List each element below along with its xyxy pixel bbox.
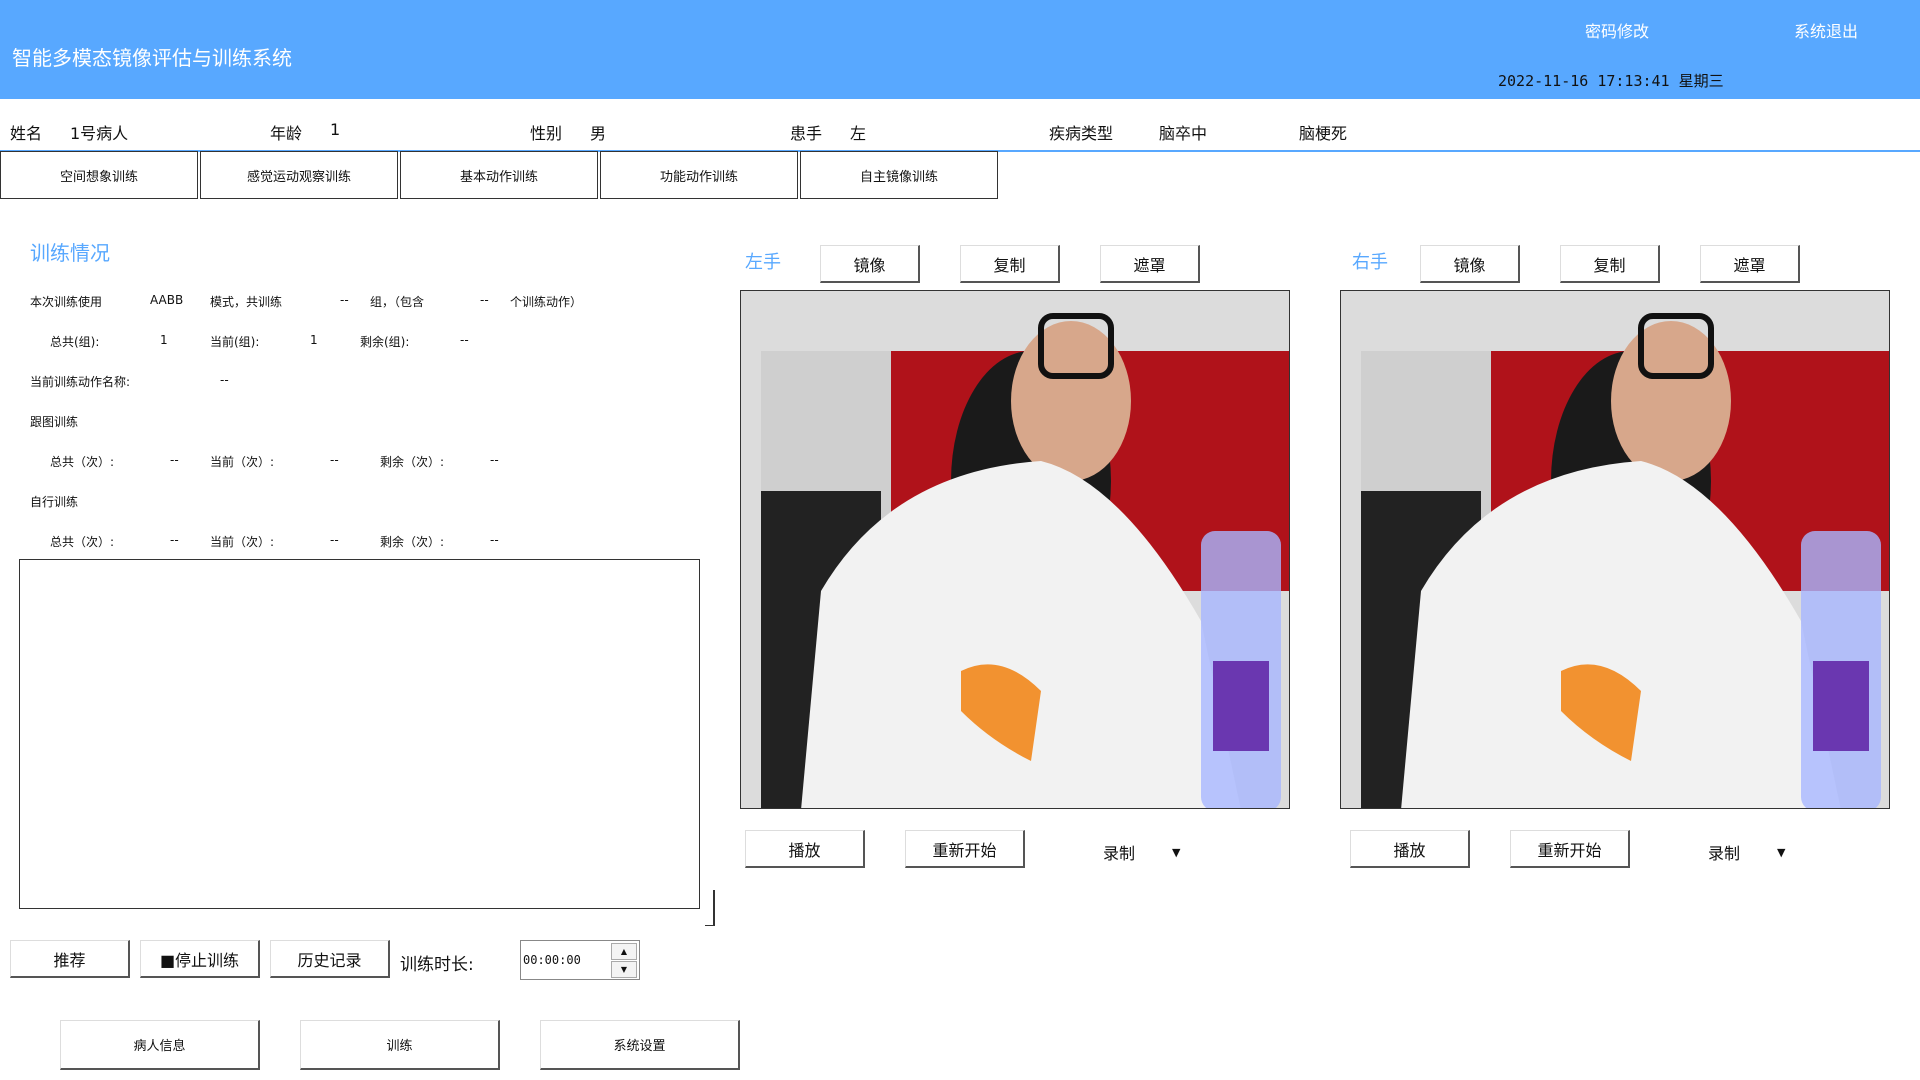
training-summary-text: 模式，共训练	[210, 295, 283, 309]
history-button[interactable]: 历史记录	[270, 940, 390, 978]
action-name-label: 当前训练动作名称:	[30, 375, 131, 389]
self-remain-value: --	[490, 533, 499, 547]
right-mask-button[interactable]: 遮罩	[1700, 245, 1800, 283]
gender-label: 性别	[530, 124, 563, 143]
datetime-display: 2022-11-16 17:13:41 星期三	[1498, 72, 1724, 90]
left-mirror-button[interactable]: 镜像	[820, 245, 920, 283]
spin-down-icon[interactable]: ▼	[611, 961, 637, 978]
training-nav-button[interactable]: 训练	[300, 1020, 500, 1070]
training-duration-label: 训练时长:	[400, 955, 474, 975]
exit-system-button[interactable]: 系统退出	[1794, 18, 1858, 42]
follow-total-value: --	[170, 453, 179, 467]
disease-type-label: 疾病类型	[1049, 124, 1114, 143]
spin-up-icon[interactable]: ▲	[611, 943, 637, 960]
right-hand-label: 右手	[1352, 252, 1388, 273]
groups-current-value: 1	[310, 333, 318, 347]
recommend-button[interactable]: 推荐	[10, 940, 130, 978]
age-value: 1	[330, 120, 341, 139]
action-name-value: --	[220, 373, 229, 387]
groups-total-value: 1	[160, 333, 168, 347]
follow-remain-value: --	[490, 453, 499, 467]
training-duration-value[interactable]: 00:00:00	[523, 953, 581, 967]
training-summary-text: 组，（包含	[370, 295, 425, 309]
training-status-title: 训练情况	[30, 241, 110, 265]
right-camera-image	[1341, 291, 1889, 808]
groups-remain-label: 剩余(组):	[360, 335, 410, 349]
left-play-button[interactable]: 播放	[745, 830, 865, 868]
self-total-value: --	[170, 533, 179, 547]
training-duration-spinbox[interactable]: 00:00:00 ▲ ▼	[520, 940, 640, 980]
follow-total-label: 总共（次）:	[50, 455, 115, 469]
gender-value: 男	[590, 124, 607, 143]
groups-remain-value: --	[460, 333, 469, 347]
follow-remain-label: 剩余（次）:	[380, 455, 445, 469]
self-training-title: 自行训练	[30, 495, 79, 509]
tab-spatial-imagery[interactable]: 空间想象训练	[0, 151, 198, 199]
right-copy-button[interactable]: 复制	[1560, 245, 1660, 283]
left-camera-image	[741, 291, 1289, 808]
left-mask-button[interactable]: 遮罩	[1100, 245, 1200, 283]
follow-current-label: 当前（次）:	[210, 455, 275, 469]
change-password-button[interactable]: 密码修改	[1585, 18, 1649, 42]
stop-training-button[interactable]: ■停止训练	[140, 940, 260, 978]
affected-hand-label: 患手	[790, 124, 823, 143]
training-groups-value: --	[340, 293, 349, 307]
self-current-value: --	[330, 533, 339, 547]
training-log-textarea[interactable]	[19, 559, 700, 909]
training-summary-text: 个训练动作）	[510, 295, 583, 309]
system-settings-nav-button[interactable]: 系统设置	[540, 1020, 740, 1070]
training-actions-value: --	[480, 293, 489, 307]
left-hand-label: 左手	[745, 252, 781, 273]
right-mirror-button[interactable]: 镜像	[1420, 245, 1520, 283]
age-label: 年龄	[270, 124, 303, 143]
tab-autonomous-mirror[interactable]: 自主镜像训练	[800, 151, 998, 199]
disease-subtype-value: 脑梗死	[1299, 124, 1348, 143]
self-current-label: 当前（次）:	[210, 535, 275, 549]
right-record-label[interactable]: 录制	[1708, 840, 1740, 864]
right-play-button[interactable]: 播放	[1350, 830, 1470, 868]
left-copy-button[interactable]: 复制	[960, 245, 1060, 283]
disease-type-value: 脑卒中	[1159, 124, 1208, 143]
name-value: 1号病人	[70, 124, 129, 143]
tab-basic-action[interactable]: 基本动作训练	[400, 151, 598, 199]
self-remain-label: 剩余（次）:	[380, 535, 445, 549]
name-label: 姓名	[10, 124, 43, 143]
groups-current-label: 当前(组):	[210, 335, 260, 349]
self-total-label: 总共（次）:	[50, 535, 115, 549]
right-camera-feed	[1340, 290, 1890, 809]
app-title: 智能多模态镜像评估与训练系统	[12, 46, 292, 70]
follow-training-title: 跟图训练	[30, 415, 79, 429]
training-summary-text: 本次训练使用	[30, 295, 103, 309]
left-restart-button[interactable]: 重新开始	[905, 830, 1025, 868]
patient-info-nav-button[interactable]: 病人信息	[60, 1020, 260, 1070]
right-record-dropdown-icon[interactable]: ▼	[1777, 846, 1785, 859]
right-restart-button[interactable]: 重新开始	[1510, 830, 1630, 868]
left-camera-feed	[740, 290, 1290, 809]
training-mode-value: AABB	[150, 293, 184, 307]
left-record-dropdown-icon[interactable]: ▼	[1172, 846, 1180, 859]
tab-sensorimotor-observation[interactable]: 感觉运动观察训练	[200, 151, 398, 199]
log-resize-handle[interactable]	[705, 890, 715, 926]
groups-total-label: 总共(组):	[50, 335, 100, 349]
tab-functional-action[interactable]: 功能动作训练	[600, 151, 798, 199]
affected-hand-value: 左	[850, 124, 867, 143]
follow-current-value: --	[330, 453, 339, 467]
left-record-label[interactable]: 录制	[1103, 840, 1135, 864]
